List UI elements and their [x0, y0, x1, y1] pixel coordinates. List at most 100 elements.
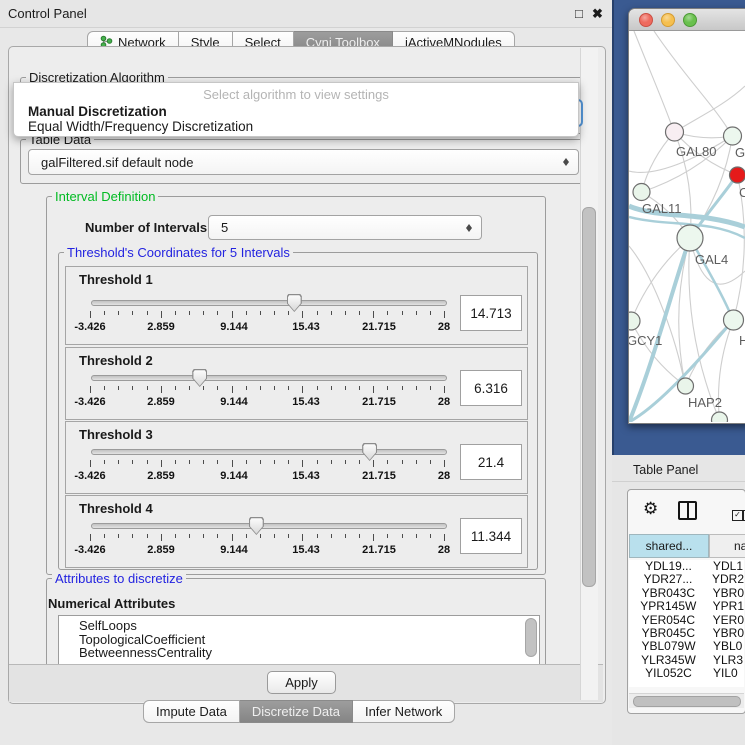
network-node-label: GAL80 — [676, 144, 716, 159]
checkbox-icon[interactable]: ✓ — [732, 510, 743, 521]
tick-mark — [132, 534, 133, 538]
apply-button[interactable]: Apply — [267, 671, 336, 694]
cell-shared-name: YIL052C — [629, 667, 708, 680]
list-scrollbar[interactable] — [525, 618, 537, 657]
threshold-slider-track[interactable] — [91, 449, 447, 455]
tab-impute-data[interactable]: Impute Data — [143, 700, 240, 723]
table-rows[interactable]: YDL19...YDL1YDR27...YDR2YBR043CYBR0YPR14… — [629, 560, 744, 687]
panel-scrollbar-thumb[interactable] — [582, 207, 596, 587]
numerical-attributes-list[interactable]: SelfLoopsTopologicalCoefficientBetweenne… — [58, 615, 540, 668]
threshold-slider-thumb[interactable] — [192, 369, 207, 387]
algorithm-hint: Select algorithm to view settings — [14, 87, 578, 102]
float-window-icon[interactable]: □ — [575, 7, 583, 21]
tick-label: 2.859 — [147, 544, 175, 556]
table-hscrollbar-thumb[interactable] — [633, 696, 741, 707]
cell-name: YBL0 — [708, 640, 742, 653]
tick-mark — [246, 534, 247, 538]
network-node-H[interactable] — [724, 310, 744, 330]
tick-label: 2.859 — [147, 396, 175, 408]
algorithm-option-equal-width[interactable]: Equal Width/Frequency Discretization — [15, 119, 577, 134]
tick-label: 21.715 — [362, 470, 396, 482]
tick-mark — [302, 534, 303, 541]
tick-mark — [317, 311, 318, 315]
tick-mark — [317, 386, 318, 390]
algorithm-option-manual[interactable]: Manual Discretization — [15, 104, 577, 119]
close-icon[interactable]: ✖ — [592, 7, 603, 21]
network-node-GA[interactable] — [724, 127, 742, 145]
tick-label: 15.43 — [292, 470, 320, 482]
threshold-slider-thumb[interactable] — [249, 517, 264, 535]
split-columns-icon[interactable] — [678, 501, 697, 520]
table-row[interactable]: YLR345WYLR3 — [629, 654, 744, 667]
tick-mark — [161, 460, 162, 467]
table-row[interactable]: YPR145WYPR1 — [629, 600, 744, 613]
list-item[interactable]: TopologicalCoefficient — [59, 633, 539, 647]
table-row[interactable]: YER054CYER0 — [629, 614, 744, 627]
tick-mark — [430, 534, 431, 538]
network-node-C[interactable] — [730, 167, 745, 183]
close-button[interactable] — [639, 13, 653, 27]
cell-shared-name: YBR043C — [629, 587, 708, 600]
tick-label: 15.43 — [292, 544, 320, 556]
network-edge — [634, 31, 674, 132]
gear-icon[interactable]: ⚙ — [643, 499, 658, 519]
network-node-GAL80[interactable] — [666, 123, 684, 141]
zoom-button[interactable] — [683, 13, 697, 27]
table-row[interactable]: YDL19...YDL1 — [629, 560, 744, 573]
tick-mark — [345, 534, 346, 538]
table-row[interactable]: YIL052CYIL0 — [629, 667, 744, 680]
tick-label: 15.43 — [292, 396, 320, 408]
threshold-slider-thumb[interactable] — [362, 443, 377, 461]
tick-mark — [373, 460, 374, 467]
tick-mark — [175, 534, 176, 538]
tick-mark — [416, 460, 417, 464]
tick-mark — [317, 460, 318, 464]
tick-mark — [402, 311, 403, 315]
list-item[interactable]: BetweennessCentrality — [59, 646, 539, 660]
column-header-shared[interactable]: shared... — [629, 534, 709, 558]
threshold-slider-track[interactable] — [91, 300, 447, 306]
threshold-slider-thumb[interactable] — [287, 294, 302, 312]
number-of-intervals-combobox[interactable]: 5 — [208, 215, 482, 240]
network-node-GCY1[interactable] — [629, 312, 640, 330]
table-data-combobox[interactable]: galFiltered.sif default node — [28, 149, 579, 175]
threshold-slider-track[interactable] — [91, 523, 447, 529]
table-row[interactable]: YBR043CYBR0 — [629, 587, 744, 600]
column-header-name[interactable]: na — [709, 534, 745, 558]
tick-mark — [331, 386, 332, 390]
network-edge-highlighted — [690, 238, 733, 320]
tick-label: 9.144 — [220, 396, 248, 408]
threshold-label: Threshold 1 — [79, 272, 153, 287]
table-row[interactable]: YBR045CYBR0 — [629, 627, 744, 640]
threshold-label: Threshold 2 — [79, 353, 153, 368]
table-row[interactable]: YBL079WYBL0 — [629, 640, 744, 653]
tick-mark — [90, 534, 91, 541]
list-item[interactable]: SelfLoops — [59, 619, 539, 633]
threshold-value-field[interactable]: 11.344 — [460, 518, 522, 554]
tick-mark — [203, 460, 204, 464]
tick-mark — [274, 386, 275, 390]
network-node-GAL4[interactable] — [677, 225, 703, 251]
threshold-value-field[interactable]: 21.4 — [460, 444, 522, 480]
tab-label: Infer Network — [365, 704, 442, 719]
tick-label: 21.715 — [362, 544, 396, 556]
tick-mark — [217, 311, 218, 315]
network-node-GAL11[interactable] — [633, 184, 650, 201]
threshold-slider-track[interactable] — [91, 375, 447, 381]
tab-label: Impute Data — [156, 704, 227, 719]
threshold-value-field[interactable]: 6.316 — [460, 370, 522, 406]
minimize-button[interactable] — [661, 13, 675, 27]
cell-shared-name: YPR145W — [629, 600, 708, 613]
network-node-HAP2[interactable] — [678, 378, 694, 394]
tab-infer-network[interactable]: Infer Network — [353, 700, 455, 723]
tab-discretize-data[interactable]: Discretize Data — [240, 700, 353, 723]
table-row[interactable]: YDR27...YDR2 — [629, 573, 744, 586]
table-hscrollbar[interactable] — [629, 693, 744, 708]
network-node-n9[interactable] — [712, 412, 728, 422]
threshold-value-field[interactable]: 14.713 — [460, 295, 522, 331]
numerical-attributes-label: Numerical Attributes — [48, 596, 175, 611]
network-edge — [675, 86, 745, 132]
tick-mark — [444, 534, 445, 541]
network-canvas[interactable]: GAL80GACGAL11GAL4GCY1HHAP2 — [629, 31, 745, 422]
tick-mark — [232, 534, 233, 541]
